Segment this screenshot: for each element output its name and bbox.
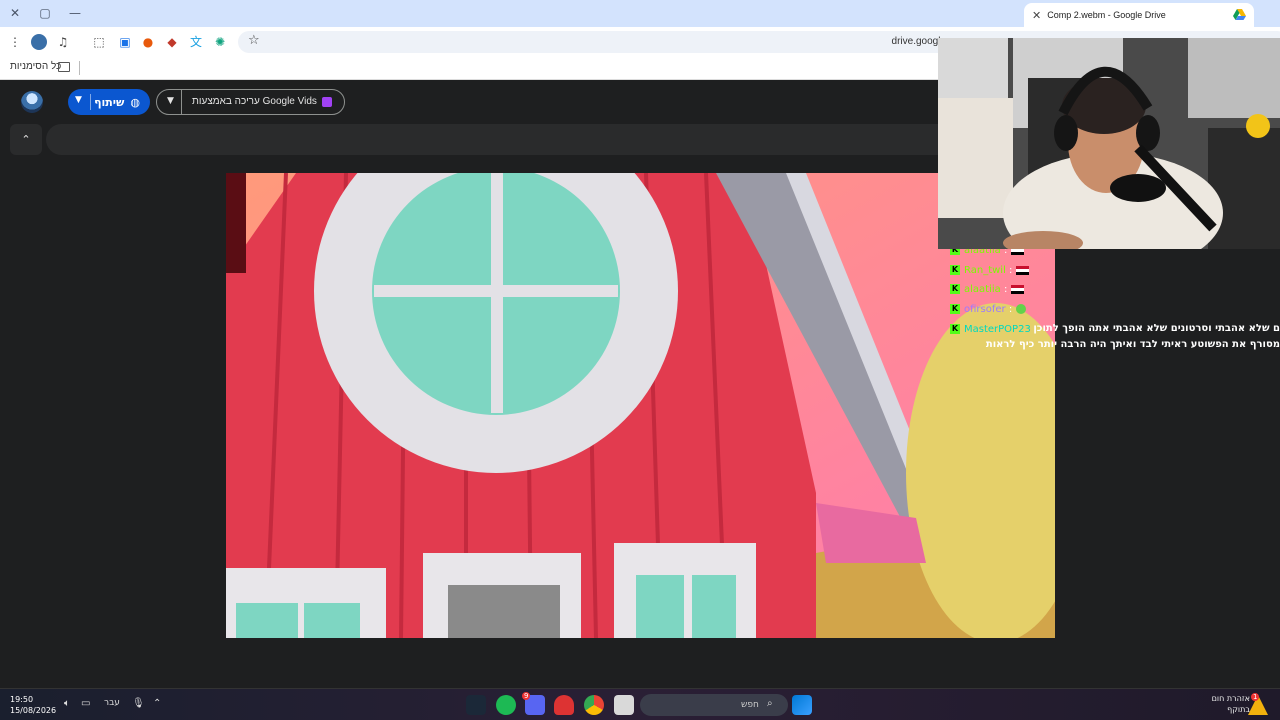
browser-tab-drive[interactable]: ✕ Comp 2.webm - Google Drive [1024, 3, 1254, 27]
menu-icon[interactable]: ⋮ [7, 34, 23, 50]
emote-icon [1016, 304, 1027, 314]
chat-username: MasterPOP23 [964, 323, 1031, 335]
folder-icon [58, 62, 70, 72]
flag-icon [1016, 265, 1030, 275]
chat-username: alaatiia [964, 283, 1001, 295]
chevron-down-icon[interactable]: ▼ [75, 95, 82, 105]
file-explorer-icon[interactable] [614, 695, 634, 715]
share-label: שיתוף [94, 95, 125, 109]
weather-alert-title: אזהרת חום [1211, 694, 1250, 703]
chat-username: Ran_twil [964, 264, 1006, 276]
weather-alert-status: בתוקף [1227, 705, 1250, 714]
windows-start-icon[interactable] [792, 695, 812, 715]
kick-badge-icon: K [950, 265, 960, 275]
clock-date: 15/08/2026 [10, 706, 57, 715]
volume-icon[interactable]: 🔈︎ [64, 698, 70, 709]
spotify-icon[interactable] [496, 695, 516, 715]
search-icon[interactable]: ⌕ [767, 698, 773, 709]
network-icon[interactable]: ▭ [81, 698, 90, 709]
extensions-icon[interactable]: ⬚ [91, 34, 107, 50]
webcam-frame [938, 38, 1280, 249]
chat-line: K alaatiia : [950, 282, 1025, 296]
share-button[interactable]: ◍ שיתוף ▼ [68, 89, 150, 115]
bookmarks-divider [79, 61, 80, 75]
tab-title: Comp 2.webm - Google Drive [1047, 10, 1166, 20]
kick-badge-icon: K [950, 324, 960, 334]
screen-share-icon[interactable]: ▣ [117, 34, 133, 50]
weather-widget[interactable]: אזהרת חום בתוקף [1212, 693, 1250, 715]
globe-icon: ◍ [130, 95, 140, 109]
video-player[interactable] [226, 173, 1055, 638]
restore-window-icon[interactable]: ▢ [35, 4, 55, 22]
profile-avatar[interactable] [31, 34, 47, 50]
tab-close-icon[interactable]: ✕ [1032, 9, 1041, 22]
kick-badge-icon: K [950, 284, 960, 294]
video-frame [226, 173, 1055, 638]
search-placeholder: חפש [741, 700, 759, 710]
chat-line: K ofirsofer : [950, 302, 1027, 316]
taskbar-clock[interactable]: 19:50 15/08/2026 [10, 694, 56, 716]
edit-with-vids-label: עריכה באמצעות Google Vids [192, 96, 317, 107]
chat-message-line-2: מסורף את הפשוטע ראיתי לבד ואיתך היה הרבה… [985, 339, 1280, 350]
edit-with-vids-button[interactable]: ▼ עריכה באמצעות Google Vids [156, 89, 345, 115]
chat-username: ofirsofer [964, 303, 1006, 315]
extension-orange-icon[interactable]: ● [140, 34, 156, 50]
viewer-top-bar [46, 124, 946, 155]
flag-icon [1011, 284, 1025, 294]
taskbar: 19:50 15/08/2026 🔈︎ ▭ עבר 🎙︎ ⌃ 9 חפש ⌕ א… [0, 688, 1280, 720]
microphone-icon[interactable]: 🎙︎ [132, 698, 145, 709]
extension-red-icon[interactable]: ◆ [164, 34, 180, 50]
taskbar-search[interactable] [640, 694, 788, 716]
all-bookmarks-label[interactable]: כל הסימניות [10, 61, 61, 72]
clock-time: 19:50 [10, 695, 34, 704]
chevron-up-icon[interactable]: ⌃ [153, 698, 161, 709]
bookmark-star-icon[interactable]: ☆ [248, 33, 260, 48]
vids-divider [181, 90, 182, 114]
kick-badge-icon: K [950, 304, 960, 314]
chat-message-line-1: ם שלא אהבתי וסרטונים שלא אהבתי אתה הופך … [1033, 323, 1280, 334]
language-indicator[interactable]: עבר [104, 698, 120, 708]
chatgpt-icon[interactable]: ✺ [212, 34, 228, 50]
close-window-icon[interactable]: ✕ [5, 4, 25, 22]
app-red-icon[interactable] [554, 695, 574, 715]
discord-badge: 9 [522, 692, 531, 700]
chrome-icon[interactable] [584, 695, 604, 715]
translate-icon[interactable]: 文 [188, 34, 204, 50]
chevron-down-icon[interactable]: ▼ [167, 96, 174, 106]
steam-icon[interactable] [466, 695, 486, 715]
tab-strip: ✕ ▢ — + ✕ Comp 2.webm - Google Drive [0, 0, 1280, 27]
media-controls-icon[interactable]: ♫ [55, 34, 71, 50]
webcam-overlay [938, 38, 1280, 249]
account-avatar[interactable] [21, 91, 43, 113]
chat-line: K Ran_twil : [950, 263, 1030, 277]
stream-chat: K alaatiia : K Ran_twil : K alaatiia : K… [950, 240, 1280, 360]
discord-icon[interactable]: 9 [522, 692, 545, 715]
chat-line: K MasterPOP23 [950, 322, 1031, 336]
chevron-up-icon[interactable]: ⌃ [10, 124, 42, 155]
share-divider [90, 94, 91, 110]
google-vids-icon [322, 97, 332, 107]
minimize-window-icon[interactable]: — [65, 4, 85, 22]
google-drive-icon [1233, 9, 1246, 20]
